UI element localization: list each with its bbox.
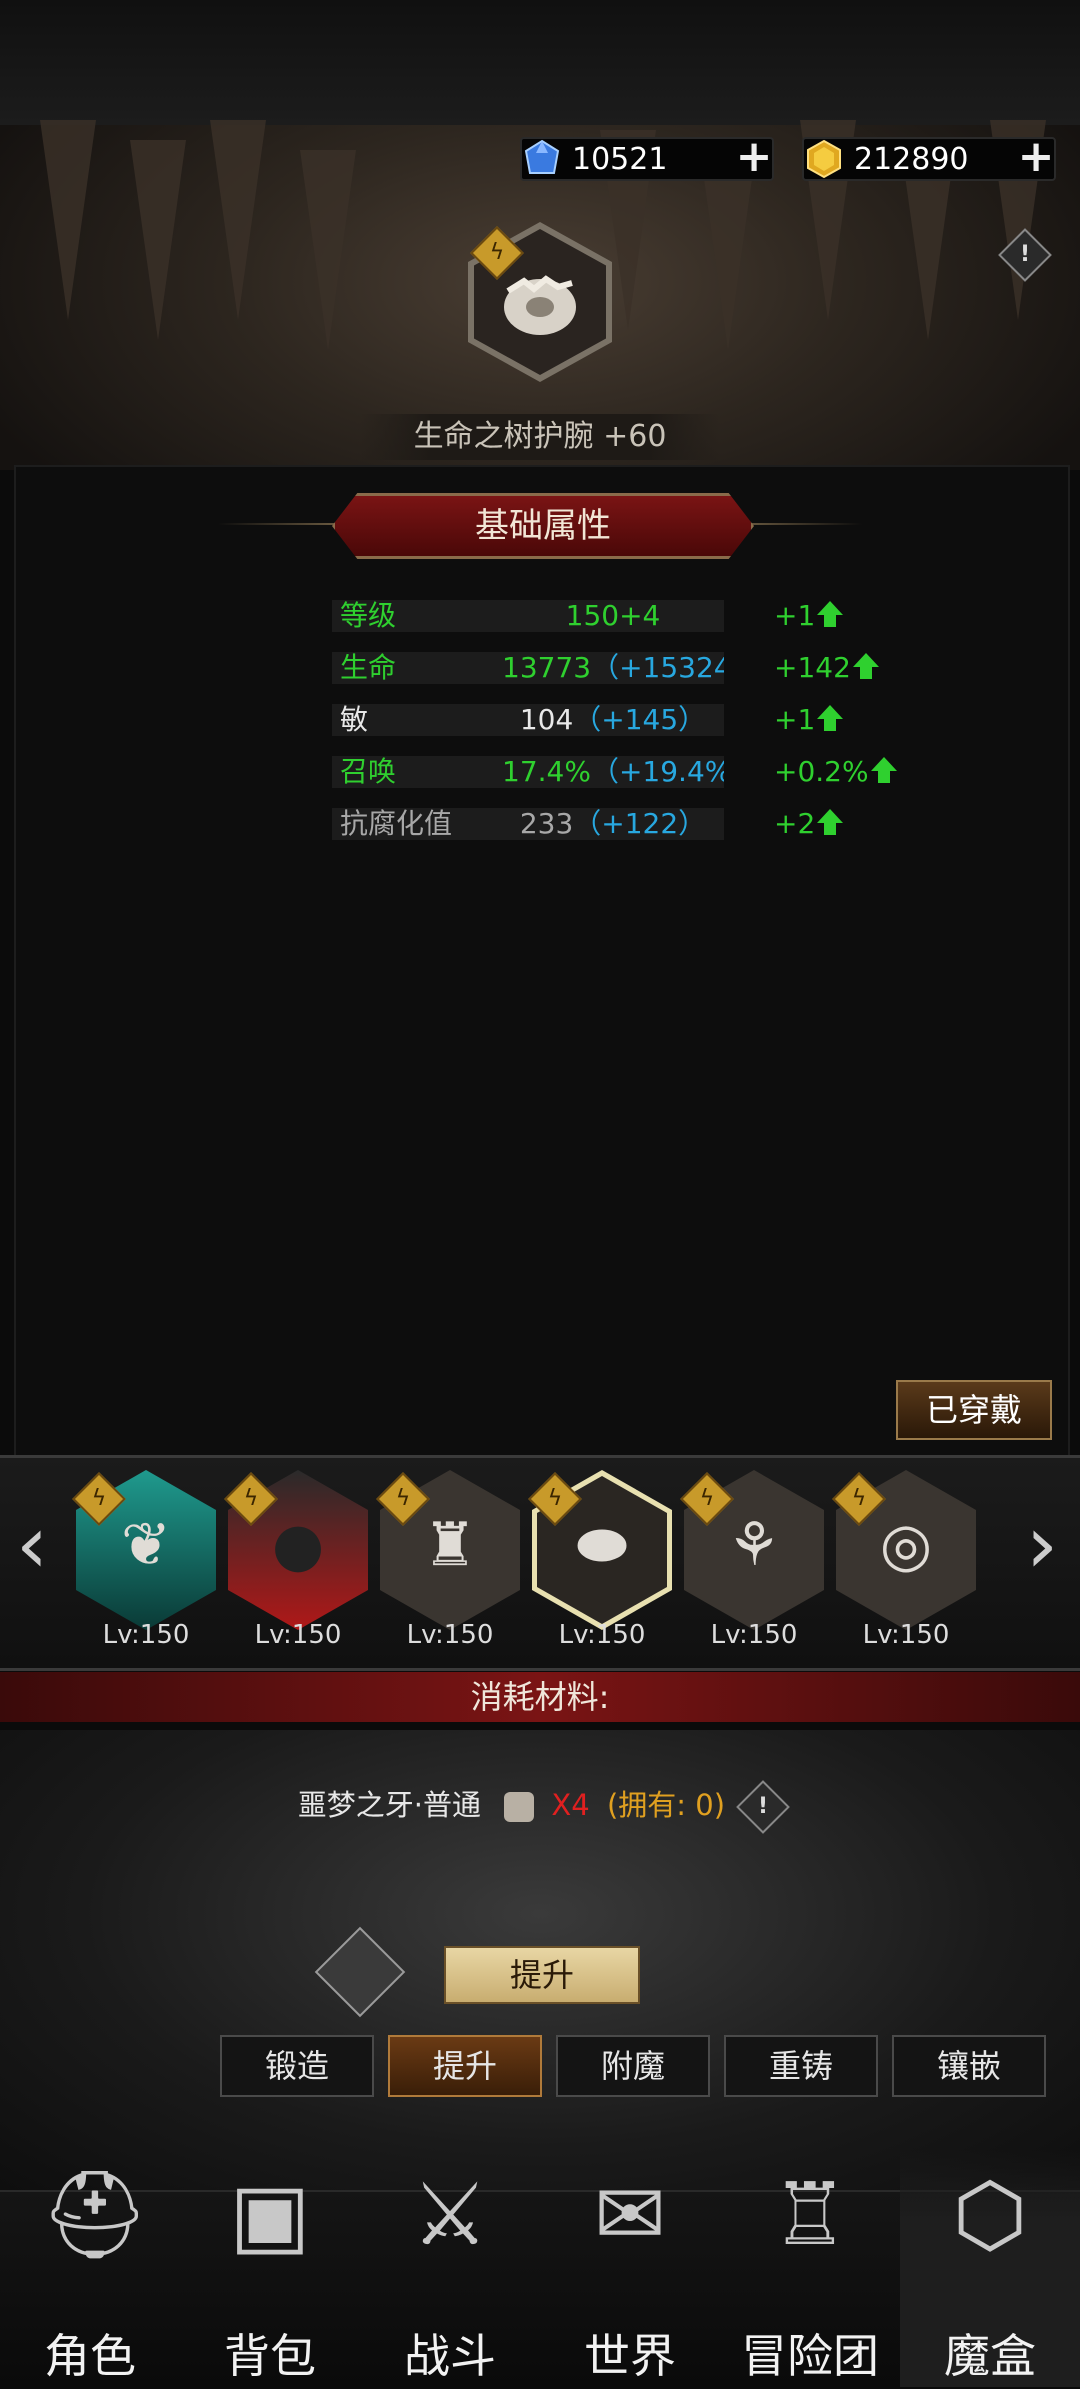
stat-value: 104（+145）	[502, 704, 724, 736]
gem-counter: 10521 +	[520, 135, 774, 181]
info-icon: !	[998, 228, 1052, 282]
material-owned: (拥有: 0)	[606, 1788, 726, 1822]
title-divider-left	[218, 523, 338, 525]
stat-label: 等级	[332, 600, 502, 632]
stat-value: 13773（+15324	[502, 652, 724, 684]
gold-gem-icon	[804, 139, 844, 179]
equipment-slot[interactable]: ◎ ϟ Lv:150	[832, 1470, 976, 1650]
up-arrow-icon	[817, 601, 844, 627]
equipment-slot[interactable]: ⚘ ϟ Lv:150	[680, 1470, 824, 1650]
castle-icon: ♖	[771, 2165, 849, 2265]
material-name: 噩梦之牙·普通	[297, 1788, 481, 1822]
nav-character[interactable]: ⛑ 角色	[0, 2150, 180, 2387]
equipment-slot-selected[interactable]: ⬬ ϟ Lv:150	[528, 1470, 672, 1650]
stat-increase: +0.2%	[774, 756, 897, 788]
tab-upgrade[interactable]: 提升	[388, 2035, 542, 2097]
slot-level: Lv:150	[102, 1620, 190, 1650]
material-qty: X4	[551, 1788, 590, 1822]
slot-level: Lv:150	[862, 1620, 950, 1650]
stat-increase: +142	[774, 652, 879, 684]
slot-level: Lv:150	[406, 1620, 494, 1650]
upgrade-button[interactable]: 提升	[444, 1946, 640, 2004]
nav-magic-box[interactable]: ⬡ 魔盒	[900, 2150, 1080, 2387]
map-scroll-icon: ✉	[593, 2165, 667, 2265]
materials-title: 消耗材料:	[0, 1672, 1080, 1722]
up-arrow-icon	[817, 705, 844, 731]
tab-forge[interactable]: 锻造	[220, 2035, 374, 2097]
nav-label: 背包	[224, 2329, 316, 2383]
fang-material-icon	[504, 1792, 535, 1822]
nav-world[interactable]: ✉ 世界	[540, 2150, 720, 2387]
info-button[interactable]: !	[998, 228, 1052, 282]
item-name: 生命之树护腕 +60	[360, 414, 720, 460]
slot-level: Lv:150	[710, 1620, 798, 1650]
stat-label: 敏	[332, 704, 502, 736]
nav-adventure-team[interactable]: ♖ 冒险团	[720, 2150, 900, 2387]
nav-label: 魔盒	[944, 2329, 1036, 2383]
helmet-icon: ⛑	[40, 2165, 150, 2265]
blue-gem-icon	[522, 139, 562, 179]
gold-amount: 212890	[854, 141, 969, 177]
up-arrow-icon	[870, 757, 897, 783]
nav-label: 战斗	[404, 2329, 496, 2383]
stat-label: 召唤	[332, 756, 502, 788]
tab-recast[interactable]: 重铸	[724, 2035, 878, 2097]
stat-label: 生命	[332, 652, 502, 684]
scroll-left-arrow-icon[interactable]: ‹	[12, 1505, 52, 1585]
stat-value: 150+4	[502, 600, 724, 632]
stat-value: 17.4%（+19.4%	[502, 756, 724, 788]
stat-increase: +1	[774, 600, 844, 632]
stat-increase: +2	[774, 808, 844, 840]
material-row: 噩梦之牙·普通 X4 (拥有: 0) !	[0, 1780, 1080, 1834]
nav-label: 冒险团	[741, 2329, 879, 2383]
material-info-icon[interactable]: !	[736, 1780, 791, 1834]
tab-inlay[interactable]: 镶嵌	[892, 2035, 1046, 2097]
nav-battle[interactable]: ⚔ 战斗	[360, 2150, 540, 2387]
add-gold-button[interactable]: +	[1016, 135, 1056, 179]
nav-label: 角色	[44, 2329, 136, 2383]
up-arrow-icon	[852, 653, 879, 679]
shield-sword-icon: ⚔	[411, 2165, 489, 2265]
gold-counter: 212890 +	[802, 135, 1056, 181]
gem-amount: 10521	[572, 141, 668, 177]
title-divider-right	[742, 523, 862, 525]
slot-level: Lv:150	[558, 1620, 646, 1650]
backpack-icon: ▣	[229, 2165, 311, 2265]
scroll-right-arrow-icon[interactable]: ›	[1022, 1505, 1062, 1585]
section-title: 基础属性	[332, 493, 754, 559]
slot-level: Lv:150	[254, 1620, 342, 1650]
stat-value: 233（+122）	[502, 808, 724, 840]
nav-backpack[interactable]: ▣ 背包	[180, 2150, 360, 2387]
equipment-slot[interactable]: ❦ ϟ Lv:150	[72, 1470, 216, 1650]
magic-cube-icon: ⬡	[952, 2165, 1028, 2265]
up-arrow-icon	[817, 809, 844, 835]
top-bar	[0, 0, 1080, 125]
stat-increase: +1	[774, 704, 844, 736]
nav-label: 世界	[584, 2329, 676, 2383]
equipment-slot[interactable]: ♜ ϟ Lv:150	[376, 1470, 520, 1650]
tab-enchant[interactable]: 附魔	[556, 2035, 710, 2097]
equipped-button[interactable]: 已穿戴	[896, 1380, 1052, 1440]
equipment-slot[interactable]: ● ϟ Lv:150	[224, 1470, 368, 1650]
add-gems-button[interactable]: +	[734, 135, 774, 179]
stat-label: 抗腐化值	[332, 808, 502, 840]
